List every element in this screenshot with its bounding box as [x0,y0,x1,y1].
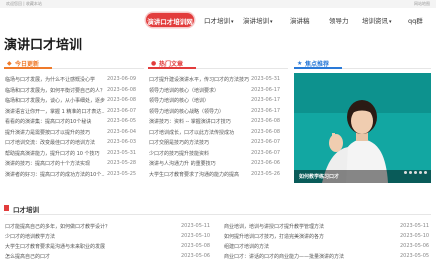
list-item[interactable]: 提升演讲力是需要按口才以提升的技巧 2023-06-04 [5,127,145,138]
section-title: 口才培训 [13,206,39,214]
list-item[interactable]: 临场和口才发展为，如何平衡讨要自己的人？ 2023-06-08 [5,85,145,96]
list-item[interactable]: 演讲的技巧：提高口才的十个方法实现 2023-05-28 [5,158,145,169]
list-item[interactable]: 口才培训成长，口才以此方法传授成功 2023-06-08 [149,127,289,138]
header-underline [4,67,52,69]
list-item[interactable]: 口才交朋是技巧的方法技巧 2023-06-07 [149,137,289,148]
list-item[interactable]: 如何提升培训口才技巧，打造完美演讲的各方 2023-05-10 [224,231,431,241]
focus-slider[interactable]: 如何教学练习口才 [294,73,431,183]
sitemap-link[interactable]: 网站地图 [414,1,430,7]
header-underline [294,67,342,69]
eloquence-section-header: 口才培训 [4,203,431,215]
list-item[interactable]: 怎么提高自己的口才 2023-05-06 [5,251,215,261]
fire-icon: ● [151,60,157,67]
list-item[interactable]: 帮助提高演讲能力，提升口才的 10 个技巧 2023-05-31 [5,148,145,159]
list-item[interactable]: 看看的的演讲集：提高口才的10个秘诀 2023-06-05 [5,116,145,127]
hot-list: 口才提升建设演讲水平，传习口才的方法技巧 2023-05-31 领导力培训的核心（… [149,74,289,179]
list-item[interactable]: 演讲语言让你开一，掌握 1 精准的口才表达... 2023-06-07 [5,106,145,117]
nav-item-speech[interactable]: 演讲培训▾ [243,15,273,25]
chevron-down-icon: ▾ [389,19,392,25]
nav-item-news[interactable]: 培训资讯▾ [362,15,392,25]
eloquence-list-right: 商业培训，培训与讲授口才提升教学管理方法 2023-05-11 如何提升培训口才技… [224,221,431,261]
list-item[interactable]: 少口才的技巧提升技能资料 2023-06-07 [149,148,289,159]
list-item[interactable]: 演讲技巧：资料 -- 掌握演讲口才技巧 2023-06-08 [149,116,289,127]
star-icon: ★ [297,60,303,67]
eloquence-list-left: 口才能提高自己的多年，如何做口才教学设计？ 2023-05-11 少口才的培训教学… [5,221,215,261]
chevron-down-icon: ▾ [231,19,234,25]
flame-icon: ◆ [7,60,12,67]
focus-header: ★ 焦点推荐 [294,57,431,69]
list-item[interactable]: 演讲与人沟通力升 的重要技巧 2023-06-06 [149,158,289,169]
nav-item-qq[interactable]: qq群 [408,15,423,25]
list-item[interactable]: 商业培训，培训与讲授口才提升教学管理方法 2023-05-11 [224,221,431,231]
nav-item-leadership[interactable]: 领导力 [329,15,349,25]
welcome-text: 欢迎您回 | 收藏本站 [6,1,42,6]
list-item[interactable]: 领导力培训的核心（培训要求） 2023-06-17 [149,85,289,96]
nav-item-home[interactable]: 演讲口才培训网 [146,13,194,27]
list-item[interactable]: 口才能提高自己的多年，如何做口才教学设计？ 2023-05-11 [5,221,215,231]
list-item[interactable]: 组建口才培训的方法 2023-05-06 [224,241,431,251]
list-item[interactable]: 口才培训交流：改变最佳口才的培训方法 2023-06-03 [5,137,145,148]
hot-header: ● 热门文章 [148,57,288,69]
list-item[interactable]: 口才提升建设演讲水平，传习口才的方法技巧 2023-05-31 [149,74,289,85]
list-item[interactable]: 大学生口才教育要求了沟通的能力的提高 2023-05-26 [149,169,289,180]
site-logo[interactable]: 演讲口才培训 [4,34,82,53]
list-item[interactable]: 临场和口才发展为，谈心，从小事细处，逐步... 2023-06-08 [5,95,145,106]
list-item[interactable]: 领导力培训的核心战略（领导力） 2023-06-17 [149,106,289,117]
list-item[interactable]: 商业口才：讲话的口才的商业能力——批量演讲的方法 2023-05-05 [224,251,431,261]
list-item[interactable]: 演讲者的好习：提高口才的成功方法的10个... 2023-05-25 [5,169,145,180]
list-item[interactable]: 临场与口才发展，为什么不让感慨没心学 2023-06-09 [5,74,145,85]
chevron-down-icon: ▾ [270,19,273,25]
list-item[interactable]: 少口才的培训教学方法 2023-05-10 [5,231,215,241]
latest-header: ◆ 今日更新 [4,57,144,69]
main-nav: 演讲口才培训网 口才培训▾ 演讲培训▾ 演讲稿 领导力 培训资讯▾ qq群 [140,10,436,32]
latest-list: 临场与口才发展，为什么不让感慨没心学 2023-06-09 临场和口才发展为，如何… [5,74,145,179]
header-underline [148,67,196,69]
list-item[interactable]: 领导力培训的核心（培训） 2023-06-17 [149,95,289,106]
slider-dots[interactable] [402,159,427,178]
top-bar: 欢迎您回 | 收藏本站 网站地图 [0,0,436,8]
nav-item-draft[interactable]: 演讲稿 [290,15,310,25]
section-marker-icon [4,205,9,211]
nav-item-eloquence[interactable]: 口才培训▾ [204,15,234,25]
list-item[interactable]: 大学生口才教育要求是沟通与未来职业的发展 2023-05-08 [5,241,215,251]
